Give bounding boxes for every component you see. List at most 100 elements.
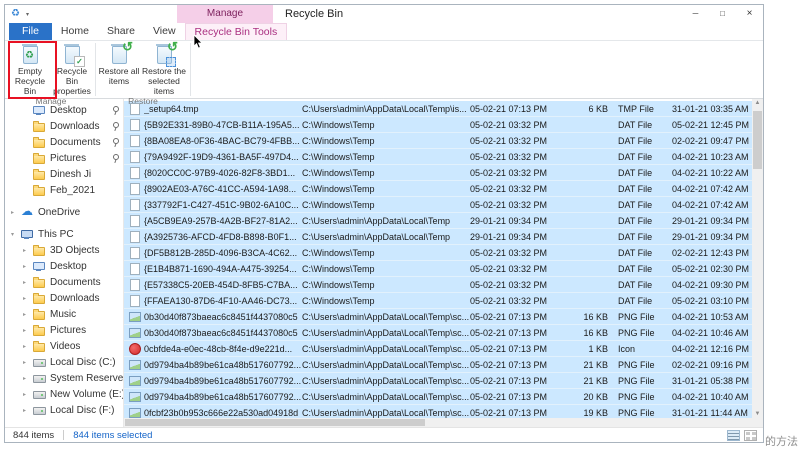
empty-recycle-bin-button[interactable]: ♻ Empty Recycle Bin: [9, 41, 51, 96]
file-row[interactable]: 0fcbf23b0b953c666e22a530ad04918d C:\Users…: [124, 405, 752, 418]
quick-access-toolbar-arrow-icon[interactable]: ▾: [26, 11, 29, 18]
file-row[interactable]: {E57338C5-20EB-454D-8FB5-C7BA... C:\Windo…: [124, 277, 752, 293]
details-view-button[interactable]: [727, 429, 740, 441]
sidebar-item-system-reserved[interactable]: ▸ System Reserved: [5, 370, 123, 386]
tab-view[interactable]: View: [144, 23, 185, 40]
chevron-right-icon[interactable]: ▸: [23, 391, 33, 398]
restore-selected-items-button[interactable]: ↺ Restore the selected items: [140, 39, 188, 96]
file-row[interactable]: {337792F1-C427-451C-9B02-6A10C... C:\Wind…: [124, 197, 752, 213]
chevron-right-icon[interactable]: ▸: [23, 263, 33, 270]
sidebar-item-desktop[interactable]: ▸ Desktop: [5, 258, 123, 274]
file-row[interactable]: {DF5B812B-285D-4096-B3CA-4C62... C:\Windo…: [124, 245, 752, 261]
sidebar-item-local-disc-c[interactable]: ▸ Local Disc (C:): [5, 354, 123, 370]
file-deleted: 05-02-21 07:13 PM: [470, 407, 548, 418]
sidebar-item-pictures[interactable]: Pictures: [5, 150, 123, 166]
sidebar-item-feb-2021[interactable]: Feb_2021: [5, 182, 123, 198]
chevron-right-icon[interactable]: ▸: [23, 407, 33, 414]
file-row[interactable]: {8020CC0C-97B9-4026-82F8-3BD1... C:\Windo…: [124, 165, 752, 181]
tab-recycle-bin-tools[interactable]: Recycle Bin Tools: [184, 23, 288, 40]
file-type: Icon: [618, 343, 636, 354]
file-row[interactable]: {FFAEA130-87D6-4F10-AA46-DC73... C:\Windo…: [124, 293, 752, 309]
file-modified: 04-02-21 10:53 AM: [672, 311, 749, 322]
file-modified: 29-01-21 09:34 PM: [672, 215, 750, 226]
chevron-right-icon[interactable]: ▸: [11, 209, 21, 216]
sidebar-item-label: 3D Objects: [50, 244, 100, 256]
sidebar-item-downloads[interactable]: ▸ Downloads: [5, 290, 123, 306]
ribbon-group-restore: ↺ Restore all items ↺ Restore the select…: [98, 39, 188, 106]
file-row[interactable]: {5B92E331-89B0-47CB-B11A-195A5... C:\Wind…: [124, 117, 752, 133]
file-location: C:\Windows\Temp: [302, 135, 375, 146]
chevron-right-icon[interactable]: ▸: [23, 295, 33, 302]
horizontal-scrollbar-thumb[interactable]: [125, 419, 425, 426]
sidebar-item-local-disc-f[interactable]: ▸ Local Disc (F:): [5, 402, 123, 418]
sidebar-item-dinesh-ji[interactable]: Dinesh Ji: [5, 166, 123, 182]
explorer-window: ♻ ▾ Manage Recycle Bin ─ □ × File Home S…: [4, 4, 764, 443]
file-row[interactable]: 0d9794ba4b89be61ca48b517607792... C:\User…: [124, 357, 752, 373]
file-name: {E57338C5-20EB-454D-8FB5-C7BA...: [144, 279, 298, 290]
chevron-right-icon[interactable]: ▸: [23, 327, 33, 334]
file-row[interactable]: {79A9492F-19D9-4361-BA5F-497D4... C:\Wind…: [124, 149, 752, 165]
sidebar-item-downloads[interactable]: Downloads: [5, 118, 123, 134]
file-row[interactable]: 0b30d40f873baeac6c8451f4437080c5 C:\Users…: [124, 325, 752, 341]
folder-icon: [33, 168, 47, 180]
file-pane: _setup64.tmp C:\Users\admin\AppData\Local…: [123, 99, 763, 427]
sidebar-item-label: Music: [50, 308, 77, 320]
large-icons-view-button[interactable]: [744, 429, 757, 441]
chevron-down-icon[interactable]: ▾: [11, 231, 21, 238]
file-row[interactable]: 0d9794ba4b89be61ca48b517607792... C:\User…: [124, 373, 752, 389]
sidebar-item-documents[interactable]: ▸ Documents: [5, 274, 123, 290]
file-icon: [128, 261, 142, 276]
file-modified: 02-02-21 09:16 PM: [672, 359, 750, 370]
close-button[interactable]: ×: [736, 5, 763, 23]
file-row[interactable]: {8BA08EA8-0F36-4BAC-BC79-4FBB... C:\Windo…: [124, 133, 752, 149]
sidebar-item-label: Downloads: [50, 292, 100, 304]
ribbon-tab-bar: File Home Share View Recycle Bin Tools: [5, 23, 763, 41]
chevron-right-icon[interactable]: ▸: [23, 343, 33, 350]
file-deleted: 05-02-21 03:32 PM: [470, 263, 548, 274]
chevron-right-icon[interactable]: ▸: [23, 311, 33, 318]
vertical-scrollbar[interactable]: ▲ ▼: [752, 99, 763, 418]
chevron-right-icon[interactable]: ▸: [23, 375, 33, 382]
sidebar-item-music[interactable]: ▸ Music: [5, 306, 123, 322]
folder-icon: [33, 340, 47, 352]
file-row[interactable]: {A3925736-AFCD-4FD8-B898-B0F1... C:\Users…: [124, 229, 752, 245]
file-name: {8902AE03-A76C-41CC-A594-1A98...: [144, 183, 297, 194]
sidebar-item-onedrive[interactable]: ▸ OneDrive: [5, 204, 123, 220]
file-row[interactable]: 0cbfde4a-e0ec-48cb-8f4e-d9e221d... C:\Use…: [124, 341, 752, 357]
sidebar-item-label: Downloads: [50, 120, 100, 132]
file-row[interactable]: 0b30d40f873baeac6c8451f4437080c5 C:\Users…: [124, 309, 752, 325]
file-deleted: 05-02-21 03:32 PM: [470, 135, 548, 146]
sidebar-item-pictures[interactable]: ▸ Pictures: [5, 322, 123, 338]
maximize-button[interactable]: □: [709, 5, 736, 23]
file-size: 16 KB: [583, 311, 608, 322]
scroll-down-icon[interactable]: ▼: [752, 411, 763, 417]
sidebar-item-this-pc[interactable]: ▾ This PC: [5, 226, 123, 242]
chevron-right-icon[interactable]: ▸: [23, 247, 33, 254]
sidebar-item-new-volume-e[interactable]: ▸ New Volume (E:): [5, 386, 123, 402]
tab-share[interactable]: Share: [98, 23, 144, 40]
sidebar-item-3d-objects[interactable]: ▸ 3D Objects: [5, 242, 123, 258]
file-deleted: 05-02-21 07:13 PM: [470, 375, 548, 386]
chevron-right-icon[interactable]: ▸: [23, 279, 33, 286]
sidebar-item-label: Desktop: [50, 260, 87, 272]
tab-file[interactable]: File: [9, 23, 52, 40]
file-row[interactable]: {8902AE03-A76C-41CC-A594-1A98... C:\Windo…: [124, 181, 752, 197]
minimize-button[interactable]: ─: [682, 5, 709, 23]
sidebar-item-videos[interactable]: ▸ Videos: [5, 338, 123, 354]
horizontal-scrollbar[interactable]: [124, 418, 763, 427]
file-location: C:\Windows\Temp: [302, 199, 375, 210]
recycle-bin-properties-button[interactable]: ✓ Recycle Bin properties: [51, 41, 93, 96]
sidebar-item-label: Local Disc (F:): [50, 404, 115, 416]
restore-all-items-button[interactable]: ↺ Restore all items: [98, 39, 140, 96]
file-row[interactable]: {A5CB9EA9-257B-4A2B-BF27-81A2... C:\Users…: [124, 213, 752, 229]
scroll-up-icon[interactable]: ▲: [752, 100, 763, 106]
file-row[interactable]: 0d9794ba4b89be61ca48b517607792... C:\User…: [124, 389, 752, 405]
vertical-scrollbar-thumb[interactable]: [753, 111, 762, 169]
file-row[interactable]: {E1B4B871-1690-494A-A475-39254... C:\Wind…: [124, 261, 752, 277]
file-size: 1 KB: [588, 343, 608, 354]
chevron-right-icon[interactable]: ▸: [23, 359, 33, 366]
file-row[interactable]: _setup64.tmp C:\Users\admin\AppData\Local…: [124, 101, 752, 117]
sidebar-item-documents[interactable]: Documents: [5, 134, 123, 150]
folder-icon: [33, 184, 47, 196]
tab-home[interactable]: Home: [52, 23, 98, 40]
